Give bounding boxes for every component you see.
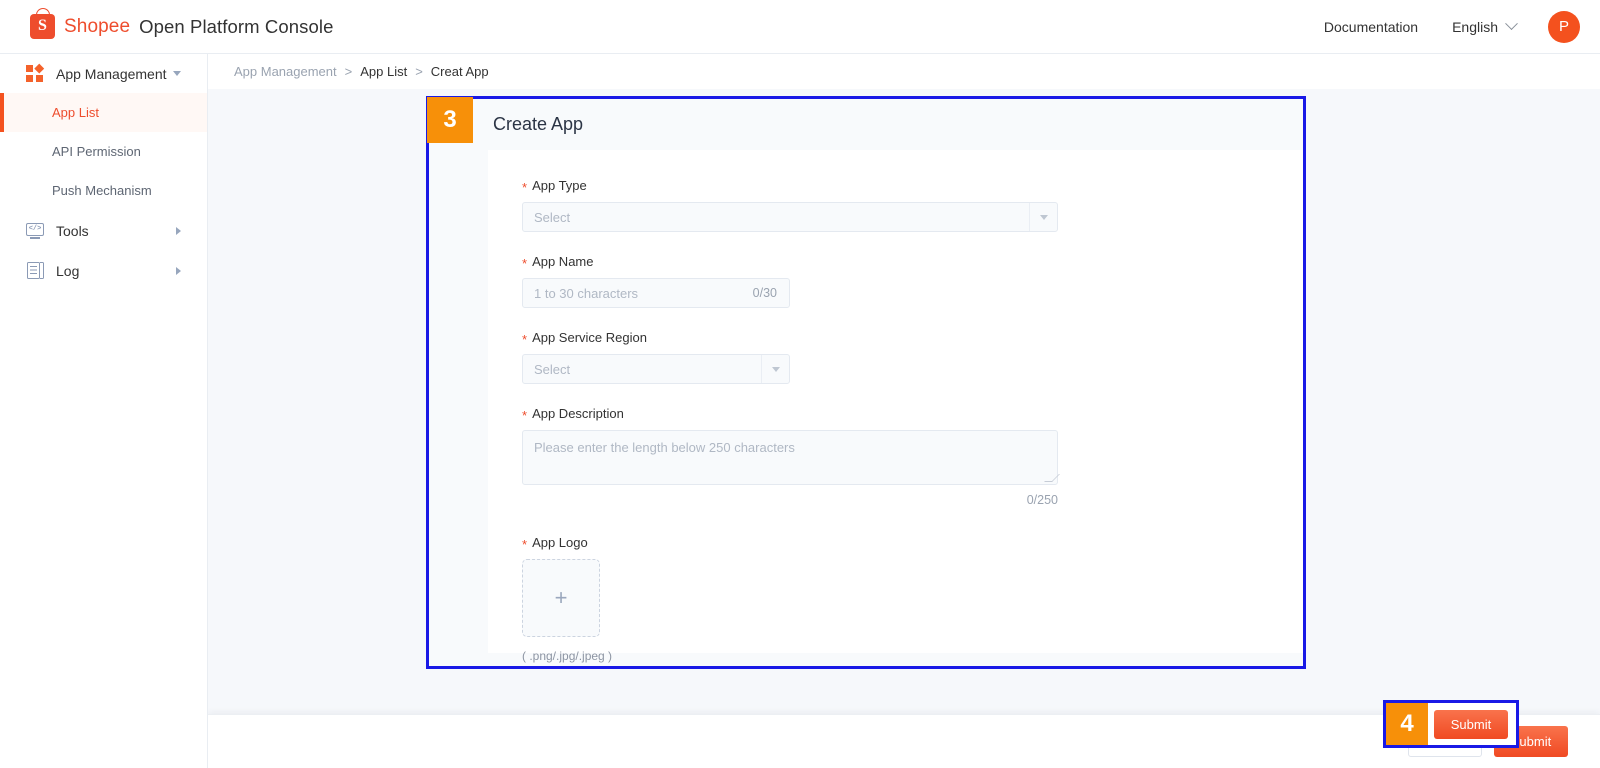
create-app-form: * App Type Select * App Name 1 to 30 cha…	[488, 150, 1303, 663]
chevron-down-icon	[1039, 214, 1048, 220]
breadcrumb-item-app-management[interactable]: App Management	[234, 64, 337, 79]
avatar[interactable]: P	[1548, 10, 1580, 43]
brand-logo[interactable]: S Shopee Open Platform Console	[30, 14, 334, 39]
field-app-service-region: * App Service Region Select	[522, 330, 1269, 384]
app-name-placeholder: 1 to 30 characters	[534, 285, 639, 301]
breadcrumb-item-app-list[interactable]: App List	[360, 64, 407, 79]
field-label: * App Description	[522, 406, 1269, 423]
sidebar-item-api-permission[interactable]: API Permission	[0, 132, 207, 171]
required-asterisk: *	[522, 537, 528, 552]
shopee-logo-icon: S	[30, 14, 55, 39]
grid-icon	[26, 63, 44, 83]
field-label: * App Logo	[522, 535, 1269, 552]
content-canvas: Create App * App Type Select * App Name …	[208, 89, 1600, 714]
documentation-link[interactable]: Documentation	[1306, 19, 1436, 35]
field-label: * App Type	[522, 178, 1269, 195]
select-caret-wrap	[761, 355, 789, 383]
code-monitor-icon: </>	[26, 222, 44, 240]
sidebar-item-app-list[interactable]: App List	[0, 93, 207, 132]
breadcrumb: App Management > App List > Creat App	[208, 54, 1600, 89]
required-asterisk: *	[522, 332, 528, 347]
app-service-region-select-value: Select	[534, 361, 571, 377]
chevron-down-icon	[771, 366, 780, 372]
app-description-placeholder: Please enter the length below 250 charac…	[534, 440, 795, 455]
language-selector[interactable]: English	[1436, 17, 1532, 35]
chevron-down-icon	[173, 71, 181, 76]
chevron-down-icon	[1505, 17, 1518, 31]
sidebar-group-tools[interactable]: </> Tools	[0, 211, 207, 250]
document-icon	[26, 261, 44, 280]
create-app-card: Create App * App Type Select * App Name …	[429, 99, 1303, 666]
app-description-wrap: Please enter the length below 250 charac…	[522, 430, 1060, 485]
sidebar-item-push-mechanism[interactable]: Push Mechanism	[0, 171, 207, 210]
sidebar-item-label: API Permission	[52, 144, 141, 159]
header-actions: Documentation English P	[1306, 10, 1580, 43]
chevron-right-icon	[176, 266, 181, 275]
sidebar-group-log[interactable]: Log	[0, 251, 207, 290]
app-type-select-value: Select	[534, 209, 571, 225]
chevron-right-icon	[176, 226, 181, 235]
language-label: English	[1452, 18, 1498, 35]
page-title: Create App	[493, 113, 584, 134]
annotation-badge-4: 4	[1386, 703, 1428, 745]
app-root: S Shopee Open Platform Console Documenta…	[0, 0, 1600, 768]
field-app-name: * App Name 1 to 30 characters 0/30	[522, 254, 1269, 308]
top-header: S Shopee Open Platform Console Documenta…	[0, 0, 1600, 54]
sidebar-group-app-management[interactable]: App Management	[0, 54, 207, 93]
field-app-description: * App Description Please enter the lengt…	[522, 406, 1269, 507]
sidebar-group-label: App Management	[56, 65, 167, 82]
app-service-region-select[interactable]: Select	[522, 354, 790, 384]
sidebar-group-label: Tools	[56, 222, 89, 239]
submit-button-highlighted[interactable]: Submit	[1434, 710, 1508, 739]
main-content: App Management > App List > Creat App Cr…	[208, 54, 1600, 714]
brand-suffix: Open Platform Console	[139, 15, 334, 37]
brand-name: Shopee	[64, 15, 131, 37]
field-app-logo: * App Logo + ( .png/.jpg/.jpeg )	[522, 535, 1269, 663]
app-description-counter: 0/250	[1026, 493, 1058, 507]
field-label: * App Service Region	[522, 330, 1269, 347]
plus-icon: +	[554, 585, 568, 610]
app-logo-hint: ( .png/.jpg/.jpeg )	[522, 649, 613, 663]
breadcrumb-item-creat-app: Creat App	[430, 64, 489, 79]
select-caret-wrap	[1029, 203, 1057, 231]
required-asterisk: *	[522, 256, 528, 271]
app-name-input[interactable]: 1 to 30 characters 0/30	[522, 278, 790, 308]
required-asterisk: *	[522, 408, 528, 423]
field-label-text: App Service Region	[532, 330, 647, 345]
app-logo-upload-button[interactable]: +	[522, 559, 600, 637]
field-label-text: App Name	[532, 254, 594, 269]
breadcrumb-separator: >	[415, 64, 423, 79]
field-label: * App Name	[522, 254, 1269, 271]
sidebar-group-label: Log	[56, 262, 80, 279]
breadcrumb-separator: >	[344, 64, 353, 79]
sidebar-item-label: App List	[52, 105, 99, 120]
sidebar-item-label: Push Mechanism	[52, 183, 152, 198]
required-asterisk: *	[522, 180, 528, 195]
field-label-text: App Logo	[532, 535, 588, 550]
sidebar: App Management App List API Permission P…	[0, 54, 208, 768]
shopee-logo-letter: S	[38, 17, 47, 34]
app-type-select[interactable]: Select	[522, 202, 1058, 232]
annotation-badge-3: 3	[427, 97, 473, 143]
app-description-textarea[interactable]: Please enter the length below 250 charac…	[522, 430, 1058, 485]
field-label-text: App Description	[532, 406, 624, 421]
field-label-text: App Type	[532, 178, 587, 193]
app-name-counter: 0/30	[752, 286, 777, 300]
field-app-type: * App Type Select	[522, 178, 1269, 232]
